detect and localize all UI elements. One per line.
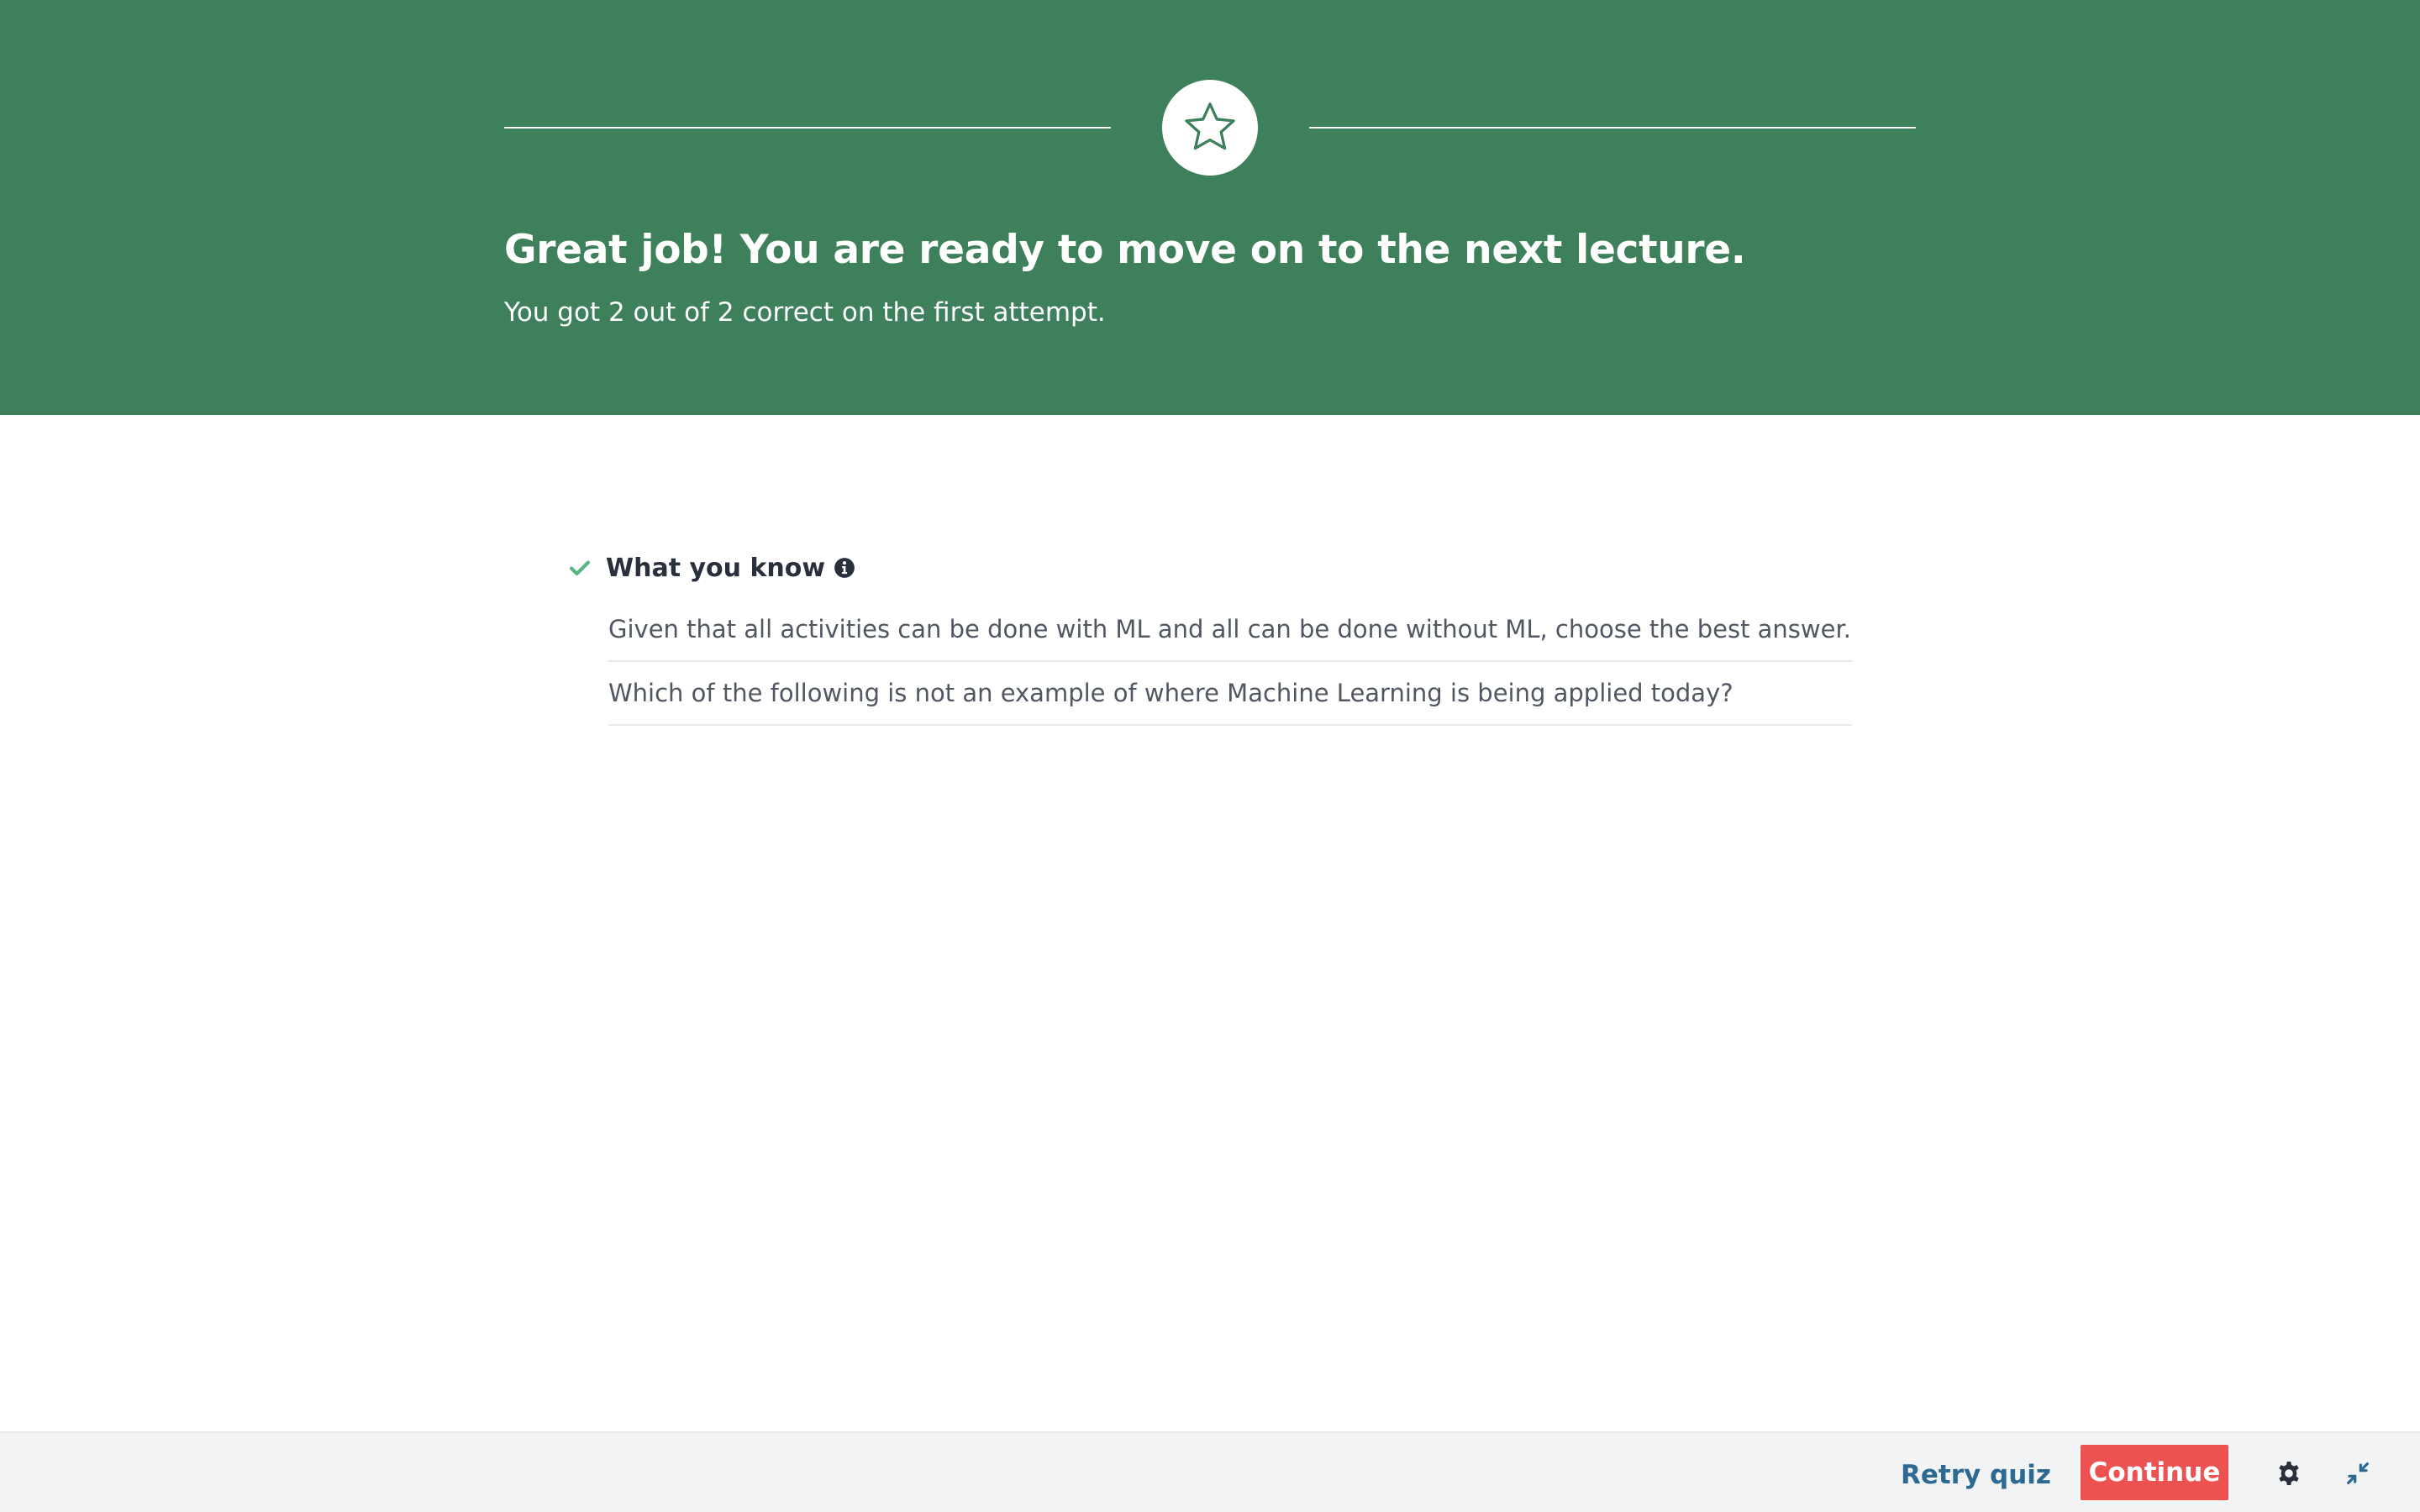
banner-divider-right <box>1309 127 1916 129</box>
result-title: Great job! You are ready to move on to t… <box>504 227 1746 273</box>
star-badge <box>1162 80 1258 176</box>
what-you-know-header: What you know <box>568 548 855 588</box>
retry-quiz-button[interactable]: Retry quiz <box>1901 1450 2051 1500</box>
collapse-icon[interactable] <box>2343 1458 2373 1488</box>
info-icon[interactable] <box>834 557 855 579</box>
result-banner: Great job! You are ready to move on to t… <box>0 0 2420 415</box>
question-item[interactable]: Which of the following is not an example… <box>608 662 1852 726</box>
section-title: What you know <box>606 553 826 583</box>
quiz-result-page: Great job! You are ready to move on to t… <box>0 0 2420 1512</box>
continue-button[interactable]: Continue <box>2081 1445 2228 1500</box>
question-list: Given that all activities can be done wi… <box>608 598 1852 726</box>
question-item[interactable]: Given that all activities can be done wi… <box>608 598 1852 662</box>
result-subtitle: You got 2 out of 2 correct on the first … <box>504 297 1106 328</box>
check-icon <box>568 556 592 580</box>
gear-icon[interactable] <box>2274 1458 2304 1488</box>
footer-bar: Retry quiz Continue <box>0 1431 2420 1512</box>
banner-divider-left <box>504 127 1111 129</box>
star-icon <box>1180 97 1240 158</box>
